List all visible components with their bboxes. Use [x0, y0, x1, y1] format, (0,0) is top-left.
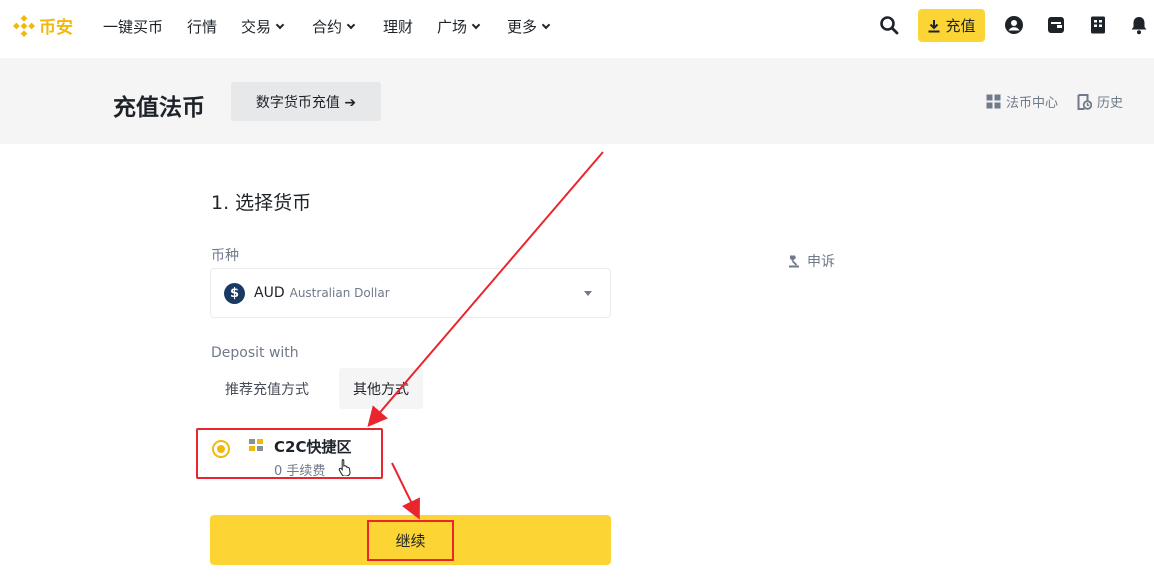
crypto-deposit-button[interactable]: 数字货币充值 ➔	[231, 82, 381, 121]
nav-item-square[interactable]: 广场	[437, 16, 481, 37]
chevron-down-icon	[346, 20, 356, 29]
currency-name: Australian Dollar	[289, 286, 390, 300]
bell-icon[interactable]	[1128, 14, 1150, 36]
deposit-with-label: Deposit with	[211, 345, 299, 361]
nav-item-markets[interactable]: 行情	[187, 16, 217, 37]
chevron-down-icon	[471, 20, 481, 29]
chevron-down-icon	[275, 20, 285, 29]
nav-item-label: 交易	[241, 18, 272, 36]
c2c-option-fee: 0 手续费	[274, 464, 326, 479]
deposit-button[interactable]: 充值	[918, 9, 985, 42]
top-navigation-bar: 币安 一键买币 行情 交易 合约 理财 广场 更多 充值	[0, 0, 1154, 52]
chevron-down-icon	[541, 20, 551, 29]
download-icon	[928, 19, 940, 32]
fiat-center-link[interactable]: 法币中心	[986, 92, 1058, 111]
currency-label: 币种	[211, 248, 239, 264]
nav-item-quick-buy[interactable]: 一键买币	[103, 16, 163, 37]
c2c-radio-button[interactable]	[212, 440, 230, 458]
binance-logo[interactable]: 币安	[12, 13, 73, 38]
nav-item-label: 合约	[312, 18, 343, 36]
appeal-label: 申诉	[807, 254, 835, 270]
history-link[interactable]: 历史	[1077, 92, 1123, 111]
nav-item-more[interactable]: 更多	[507, 16, 551, 37]
radio-selected-dot	[217, 445, 225, 453]
nav-item-label: 更多	[507, 18, 538, 36]
c2c-option-title: C2C快捷区	[274, 438, 352, 456]
continue-button[interactable]: 继续	[210, 515, 611, 565]
nav-item-earn[interactable]: 理财	[383, 16, 413, 37]
binance-logo-icon	[13, 14, 35, 37]
c2c-people-icon	[249, 439, 263, 451]
nav-item-trade[interactable]: 交易	[241, 16, 285, 37]
caret-down-icon	[584, 291, 592, 296]
tab-recommended-methods[interactable]: 推荐充值方式	[210, 368, 324, 409]
currency-code: AUD	[254, 285, 285, 301]
wallet-icon[interactable]	[1045, 14, 1067, 36]
continue-button-label: 继续	[367, 520, 454, 561]
nav-item-label: 理财	[383, 18, 414, 36]
currency-select[interactable]: $ AUD Australian Dollar	[210, 268, 611, 318]
history-label: 历史	[1097, 96, 1124, 111]
grid-icon	[986, 94, 1001, 109]
dollar-coin-icon: $	[224, 282, 245, 304]
fiat-center-label: 法币中心	[1006, 96, 1059, 111]
c2c-payment-option[interactable]: C2C快捷区 0 手续费	[196, 428, 383, 479]
nav-item-futures[interactable]: 合约	[312, 16, 356, 37]
step-title: 1. 选择货币	[211, 192, 312, 214]
logo-text: 币安	[39, 18, 73, 38]
nav-item-label: 广场	[437, 18, 468, 36]
nav-item-label: 行情	[187, 18, 218, 36]
tab-other-methods[interactable]: 其他方式	[339, 368, 423, 409]
appeal-link[interactable]: 申诉	[787, 251, 835, 271]
nav-item-label: 一键买币	[103, 18, 164, 36]
page-title: 充值法币	[113, 95, 205, 121]
orders-icon[interactable]	[1087, 14, 1109, 36]
gavel-icon	[789, 255, 799, 268]
deposit-button-label: 充值	[945, 17, 976, 35]
search-icon[interactable]	[878, 14, 900, 36]
user-icon[interactable]	[1003, 14, 1025, 36]
history-icon	[1077, 93, 1092, 110]
hand-cursor-icon	[338, 459, 351, 476]
